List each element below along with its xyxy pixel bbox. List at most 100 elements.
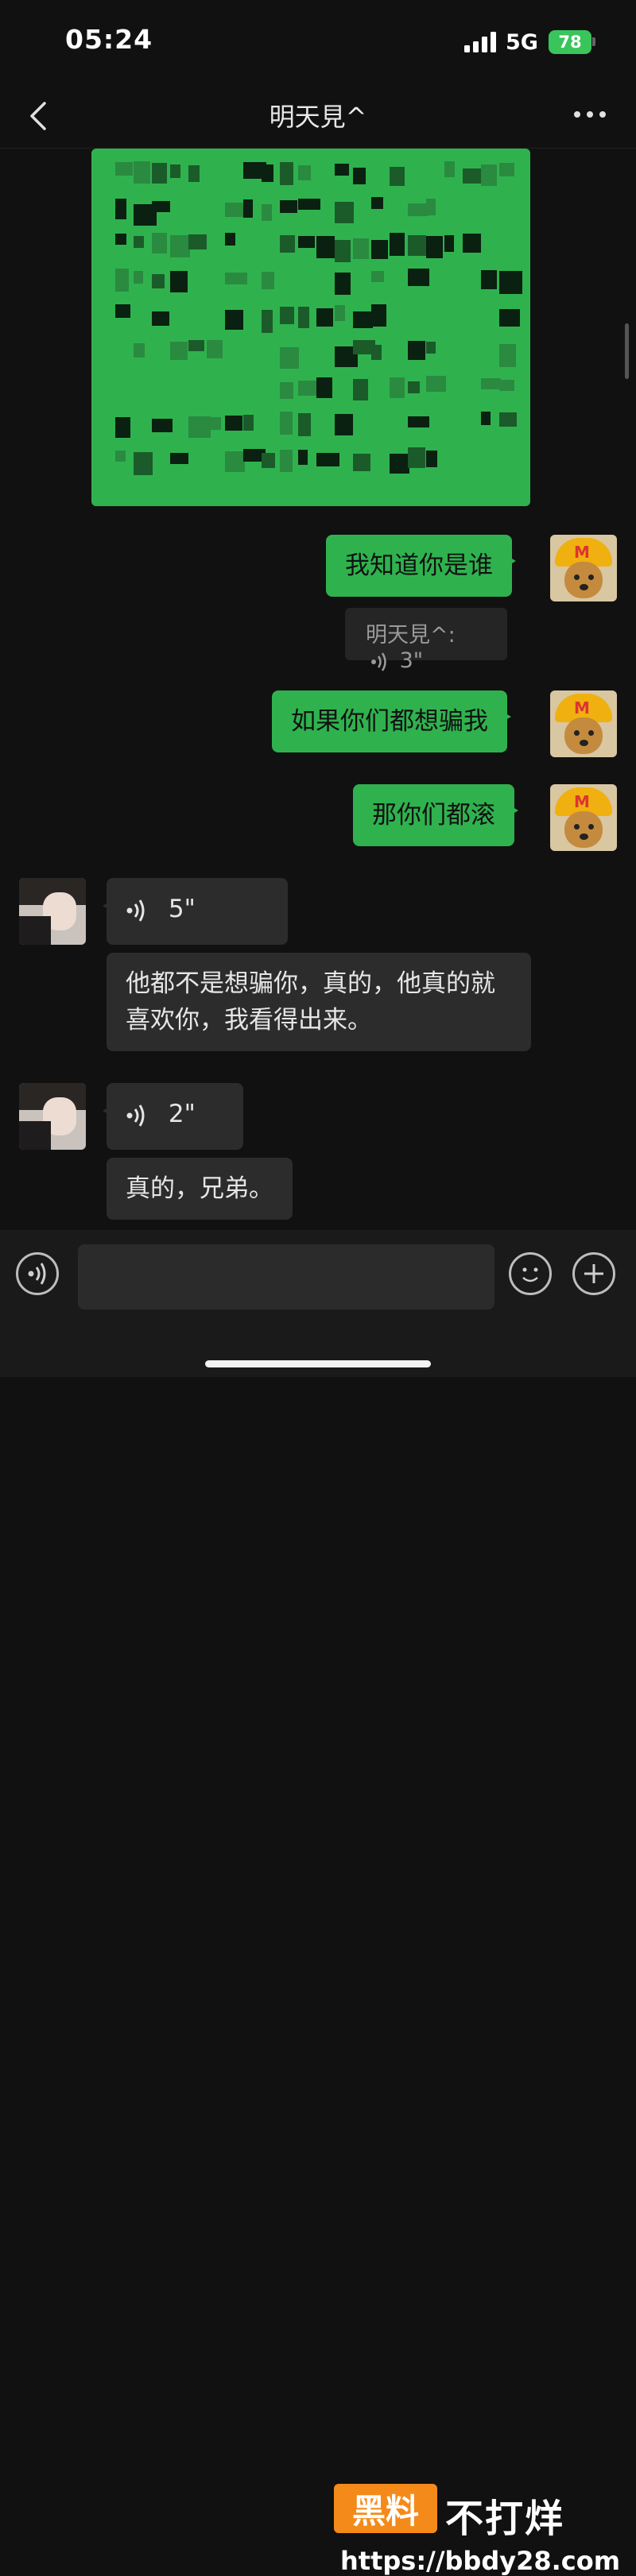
- mosaic-pixel: [499, 163, 514, 176]
- mosaic-pixel: [316, 377, 332, 398]
- pixelated-image-message[interactable]: [91, 149, 530, 506]
- mosaic-pixel: [225, 416, 242, 431]
- mosaic-pixel: [188, 234, 207, 249]
- input-bar: 黑料 不打烊 https://bbdy28.com: [0, 1230, 636, 2576]
- plus-button[interactable]: [572, 1252, 615, 1295]
- mosaic-pixel: [115, 304, 130, 318]
- mosaic-pixel: [335, 305, 345, 321]
- scrollbar[interactable]: [625, 323, 629, 379]
- mosaic-pixel: [188, 340, 204, 351]
- mosaic-pixel: [298, 307, 309, 328]
- mosaic-pixel: [262, 204, 272, 221]
- mosaic-pixel: [371, 197, 383, 209]
- mosaic-pixel: [298, 199, 320, 210]
- mosaic-pixel: [426, 451, 437, 467]
- watermark-badge: 黑料: [334, 2484, 437, 2533]
- mosaic-pixel: [335, 414, 353, 435]
- signal-icon: [464, 32, 496, 52]
- mosaic-pixel: [353, 379, 368, 400]
- battery-tip: [592, 37, 595, 46]
- mosaic-pixel: [280, 235, 295, 253]
- voice-duration: 5": [168, 895, 196, 923]
- message-bubble-received[interactable]: 他都不是想骗你，真的，他真的就喜欢你，我看得出来。: [107, 953, 531, 1051]
- mosaic-pixel: [463, 234, 481, 253]
- mosaic-pixel: [335, 240, 351, 262]
- voice-duration: 2": [168, 1100, 196, 1128]
- message-bubble-sent[interactable]: 我知道你是谁: [326, 535, 516, 597]
- mosaic-pixel: [280, 412, 293, 435]
- voice-message[interactable]: 2": [103, 1083, 243, 1150]
- contact-avatar[interactable]: [19, 878, 86, 945]
- mosaic-pixel: [390, 167, 405, 186]
- mosaic-pixel: [426, 376, 446, 392]
- mosaic-pixel: [353, 311, 373, 328]
- emoji-button[interactable]: [509, 1252, 552, 1295]
- transcript-sender: 明天見^:: [366, 623, 456, 648]
- mosaic-pixel: [426, 342, 436, 354]
- my-avatar[interactable]: M: [550, 784, 617, 851]
- mosaic-pixel: [170, 342, 188, 360]
- mosaic-pixel: [316, 308, 333, 327]
- voice-wave-icon: [371, 652, 386, 671]
- mosaic-pixel: [426, 236, 443, 258]
- watermark-text: 不打烊: [445, 2497, 565, 2541]
- mosaic-pixel: [390, 377, 405, 398]
- mosaic-pixel: [152, 419, 173, 432]
- mosaic-pixel: [390, 233, 405, 256]
- mosaic-pixel: [170, 164, 180, 178]
- mosaic-pixel: [262, 453, 275, 468]
- message-bubble-sent[interactable]: 那你们都滚: [353, 784, 518, 846]
- voice-icon: [28, 1263, 46, 1285]
- mosaic-pixel: [243, 199, 253, 218]
- message-text: 如果你们都想骗我: [291, 707, 488, 736]
- message-text: 真的，兄弟。: [126, 1174, 273, 1203]
- mosaic-pixel: [225, 310, 243, 330]
- mosaic-pixel: [408, 416, 429, 427]
- mosaic-pixel: [335, 273, 351, 295]
- mosaic-pixel: [115, 269, 129, 292]
- mosaic-pixel: [280, 347, 299, 369]
- mosaic-pixel: [298, 413, 311, 436]
- mosaic-pixel: [499, 412, 517, 427]
- mosaic-pixel: [408, 447, 425, 468]
- contact-avatar[interactable]: [19, 1083, 86, 1150]
- message-list[interactable]: 我知道你是谁 M 明天見^: 3" 如果你们都想骗我 M 那你们都滚 M 5" …: [0, 149, 636, 1229]
- transcript-duration: 3": [399, 648, 424, 673]
- my-avatar[interactable]: M: [550, 535, 617, 601]
- my-avatar[interactable]: M: [550, 690, 617, 757]
- mosaic-pixel: [115, 451, 126, 462]
- mosaic-pixel: [152, 274, 165, 288]
- message-bubble-sent[interactable]: 如果你们都想骗我: [272, 690, 511, 752]
- mosaic-pixel: [408, 269, 429, 286]
- mosaic-pixel: [353, 454, 370, 471]
- mosaic-pixel: [134, 343, 145, 358]
- message-bubble-received[interactable]: 真的，兄弟。: [107, 1158, 293, 1220]
- mosaic-pixel: [371, 271, 384, 282]
- mosaic-pixel: [335, 202, 354, 223]
- mosaic-pixel: [152, 311, 169, 326]
- mosaic-pixel: [262, 272, 274, 289]
- status-time: 05:24: [65, 24, 153, 55]
- mosaic-pixel: [225, 451, 245, 472]
- mosaic-pixel: [115, 162, 133, 176]
- mosaic-pixel: [280, 200, 297, 213]
- mosaic-pixel: [280, 162, 293, 185]
- mosaic-pixel: [115, 417, 130, 438]
- mosaic-pixel: [152, 201, 170, 212]
- voice-transcript[interactable]: 明天見^: 3": [345, 608, 507, 673]
- home-indicator[interactable]: [205, 1360, 431, 1367]
- mosaic-pixel: [225, 233, 235, 246]
- mosaic-pixel: [280, 382, 293, 399]
- message-input[interactable]: [78, 1244, 494, 1309]
- more-icon[interactable]: [572, 105, 607, 124]
- emoji-icon: [522, 1267, 538, 1282]
- message-text: 那你们都滚: [372, 801, 495, 830]
- network-type: 5G: [506, 30, 538, 55]
- mosaic-pixel: [371, 240, 388, 259]
- mosaic-pixel: [170, 271, 188, 292]
- mosaic-pixel: [408, 381, 420, 393]
- mosaic-pixel: [481, 412, 491, 425]
- voice-input-button[interactable]: [16, 1252, 59, 1295]
- mosaic-pixel: [134, 236, 144, 248]
- voice-message[interactable]: 5": [103, 878, 288, 945]
